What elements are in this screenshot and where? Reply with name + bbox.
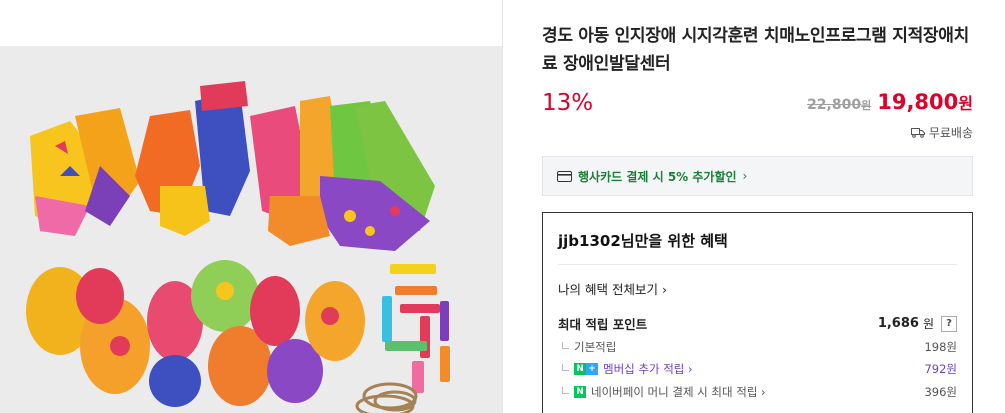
card-discount-text: 행사카드 결제 시 5% 추가할인 bbox=[578, 169, 737, 184]
clothespins-group bbox=[382, 264, 450, 393]
naverpay-points-row: N 네이버페이 머니 결제 시 최대 적립 › 396원 bbox=[558, 384, 957, 400]
naver-pay-icon: N bbox=[574, 386, 586, 398]
product-image[interactable] bbox=[0, 46, 502, 413]
tree-branch-icon bbox=[562, 363, 569, 371]
product-illustration bbox=[26, 81, 450, 413]
column-divider bbox=[502, 0, 503, 413]
discount-rate: 13% bbox=[542, 90, 594, 116]
socks-group bbox=[30, 81, 435, 251]
original-price: 22,800원 bbox=[807, 97, 872, 113]
naver-plus-membership-icon: N + bbox=[574, 363, 598, 375]
help-icon[interactable]: ? bbox=[941, 315, 957, 332]
benefits-title: jjb1302님만을 위한 혜택 bbox=[558, 232, 728, 250]
tree-branch-icon bbox=[562, 341, 569, 349]
tree-branch-icon bbox=[562, 386, 569, 394]
chevron-right-icon: › bbox=[661, 282, 667, 297]
chevron-right-icon: › bbox=[742, 169, 748, 183]
basic-points-label: 기본적립 bbox=[574, 340, 617, 354]
max-points-value: 1,686 원 ? bbox=[878, 315, 957, 332]
naverpay-points-value: 396원 bbox=[924, 385, 957, 399]
membership-points-link[interactable]: 멤버십 추가 적립 › bbox=[603, 361, 693, 377]
membership-points-row: N + 멤버십 추가 적립 › 792원 bbox=[558, 361, 957, 377]
card-discount-banner[interactable]: 행사카드 결제 시 5% 추가할인 › bbox=[542, 156, 973, 196]
benefits-divider bbox=[558, 264, 957, 265]
max-points-row: 최대 적립 포인트 1,686 원 ? bbox=[558, 314, 957, 333]
shipping-info: 무료배송 bbox=[910, 124, 973, 141]
mittens-group bbox=[26, 260, 365, 407]
sale-price: 19,800원 bbox=[877, 90, 973, 114]
shipping-label: 무료배송 bbox=[928, 126, 973, 140]
twine-group bbox=[355, 382, 418, 413]
view-all-benefits-link[interactable]: 나의 혜택 전체보기 › bbox=[558, 279, 667, 298]
product-title: 경도 아동 인지장애 시지각훈련 치매노인프로그램 지적장애치료 장애인발달센터 bbox=[542, 26, 969, 74]
product-gallery bbox=[0, 0, 502, 413]
credit-card-icon bbox=[557, 170, 572, 182]
max-points-label: 최대 적립 포인트 bbox=[558, 317, 648, 332]
basic-points-value: 198원 bbox=[924, 340, 957, 354]
basic-points-row: 기본적립 198원 bbox=[558, 339, 957, 355]
personal-benefits-panel: jjb1302님만을 위한 혜택 나의 혜택 전체보기 › 최대 적립 포인트 … bbox=[542, 212, 973, 413]
truck-icon bbox=[910, 128, 925, 138]
membership-points-value: 792원 bbox=[924, 362, 957, 376]
price-block: 22,800원 19,800원 bbox=[807, 90, 973, 120]
naverpay-points-link[interactable]: 네이버페이 머니 결제 시 최대 적립 › bbox=[591, 384, 766, 400]
